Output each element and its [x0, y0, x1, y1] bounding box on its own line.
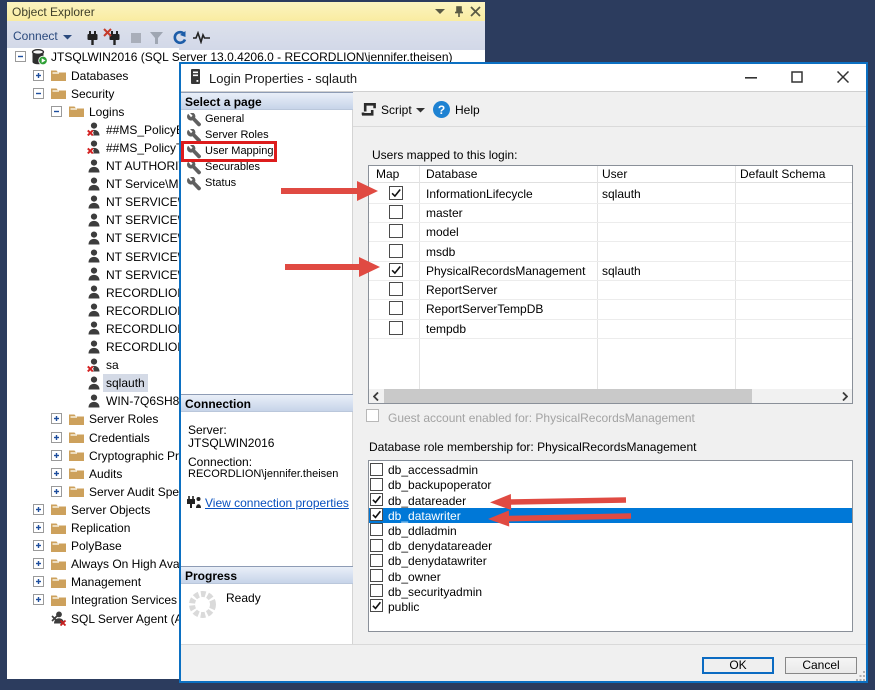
- svg-text:?: ?: [438, 103, 445, 117]
